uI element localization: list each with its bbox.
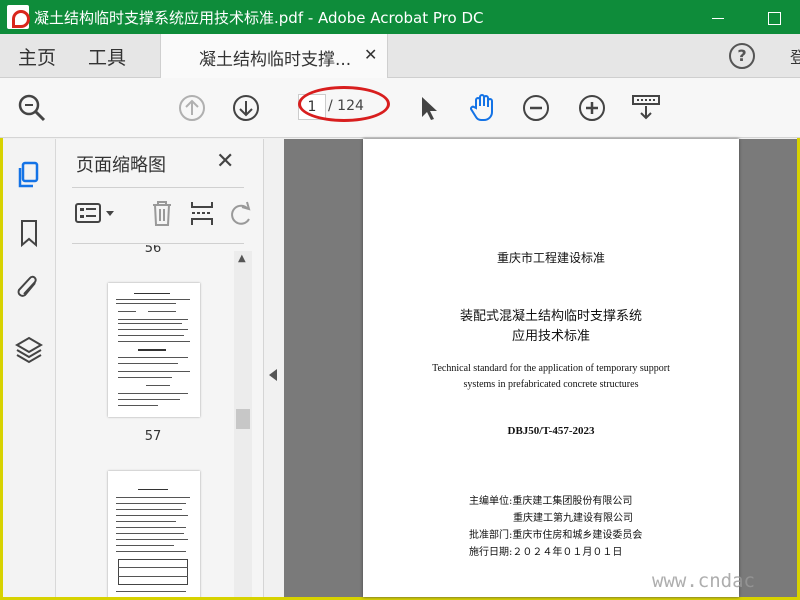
layers-icon[interactable] [13, 333, 45, 365]
tab-home[interactable]: 主页 [18, 43, 56, 70]
delete-page-icon[interactable] [146, 197, 178, 229]
thumbnail-page-57[interactable] [108, 283, 200, 417]
search-zoom-icon[interactable] [16, 92, 48, 124]
zoom-out-icon[interactable] [520, 92, 552, 124]
document-tab-label: 凝土结构临时支撑... [199, 50, 352, 70]
document-viewport[interactable]: 重庆市工程建设标准 装配式混凝土结构临时支撑系统 应用技术标准 Technica… [284, 139, 797, 597]
watermark: www.cndac [652, 570, 755, 592]
tab-tools[interactable]: 工具 [88, 43, 126, 70]
close-panel-icon[interactable]: ✕ [216, 149, 234, 174]
acrobat-app-icon [7, 5, 30, 29]
divider [72, 243, 244, 244]
panel-title: 页面缩略图 [76, 155, 166, 176]
info-line: 重庆建工第九建设有限公司 [513, 513, 633, 524]
thumbnail-page-label: 56 [144, 245, 162, 256]
thumbnail-options-icon[interactable] [74, 197, 118, 229]
bookmark-icon[interactable] [13, 217, 45, 249]
next-page-icon[interactable] [230, 92, 262, 124]
info-line: 施行日期:２０２４年０１月０１日 [469, 547, 623, 558]
previous-page-icon[interactable] [176, 92, 208, 124]
rotate-page-icon[interactable] [224, 197, 256, 229]
window-title: 凝土结构临时支撑系统应用技术标准.pdf - Adobe Acrobat Pro… [34, 9, 484, 27]
thumbnail-list: 56 57 [72, 245, 234, 597]
thumbnail-page-58[interactable] [108, 471, 200, 597]
pdf-page: 重庆市工程建设标准 装配式混凝土结构临时支撑系统 应用技术标准 Technica… [363, 139, 739, 597]
panel-collapse-handle[interactable] [264, 139, 284, 597]
scroll-thumb[interactable] [236, 409, 250, 429]
info-line: 主编单位:重庆建工集团股份有限公司 [469, 496, 633, 507]
page-display-icon[interactable] [630, 92, 662, 124]
sign-in-button[interactable]: 登 [790, 44, 800, 68]
attachment-icon[interactable] [13, 273, 45, 305]
select-cursor-icon[interactable] [412, 92, 444, 124]
left-navigation-rail [3, 139, 56, 597]
standard-code: DBJ50/T-457-2023 [507, 425, 595, 437]
info-line: 批准部门:重庆市住房和城乡建设委员会 [469, 530, 643, 541]
page-thumbnails-icon[interactable] [13, 159, 45, 191]
document-title-line1: 装配式混凝土结构临时支撑系统 [459, 309, 642, 324]
collapse-arrow-icon[interactable] [269, 369, 277, 381]
document-title-line2: 应用技术标准 [511, 329, 590, 344]
thumbnail-page-label: 57 [144, 429, 162, 444]
minimize-button[interactable] [706, 4, 732, 30]
zoom-in-icon[interactable] [576, 92, 608, 124]
close-tab-icon[interactable]: ✕ [364, 45, 377, 64]
maximize-button[interactable] [762, 4, 788, 30]
tab-document[interactable]: 凝土结构临时支撑... ✕ [160, 34, 388, 78]
standard-org-heading: 重庆市工程建设标准 [496, 251, 605, 265]
thumbnails-panel: 页面缩略图 ✕ 56 57 ▲ [56, 139, 264, 597]
english-title-line2: systems in prefabricated concrete struct… [463, 379, 639, 390]
scroll-up-icon[interactable]: ▲ [238, 253, 246, 264]
divider [72, 187, 244, 188]
red-highlight-ellipse [298, 86, 390, 122]
thumbnail-scrollbar[interactable]: ▲ [234, 251, 252, 597]
extract-page-icon[interactable] [186, 197, 218, 229]
tab-bar: 主页 工具 凝土结构临时支撑... ✕ ? 登 [0, 34, 800, 78]
title-bar: 凝土结构临时支撑系统应用技术标准.pdf - Adobe Acrobat Pro… [0, 0, 800, 34]
help-icon[interactable]: ? [729, 43, 755, 69]
thumbnail-table [118, 559, 188, 585]
main-toolbar: / 124 [0, 78, 800, 138]
english-title-line1: Technical standard for the application o… [432, 363, 670, 374]
panel-toolbar [72, 197, 251, 231]
hand-tool-icon[interactable] [466, 92, 498, 124]
